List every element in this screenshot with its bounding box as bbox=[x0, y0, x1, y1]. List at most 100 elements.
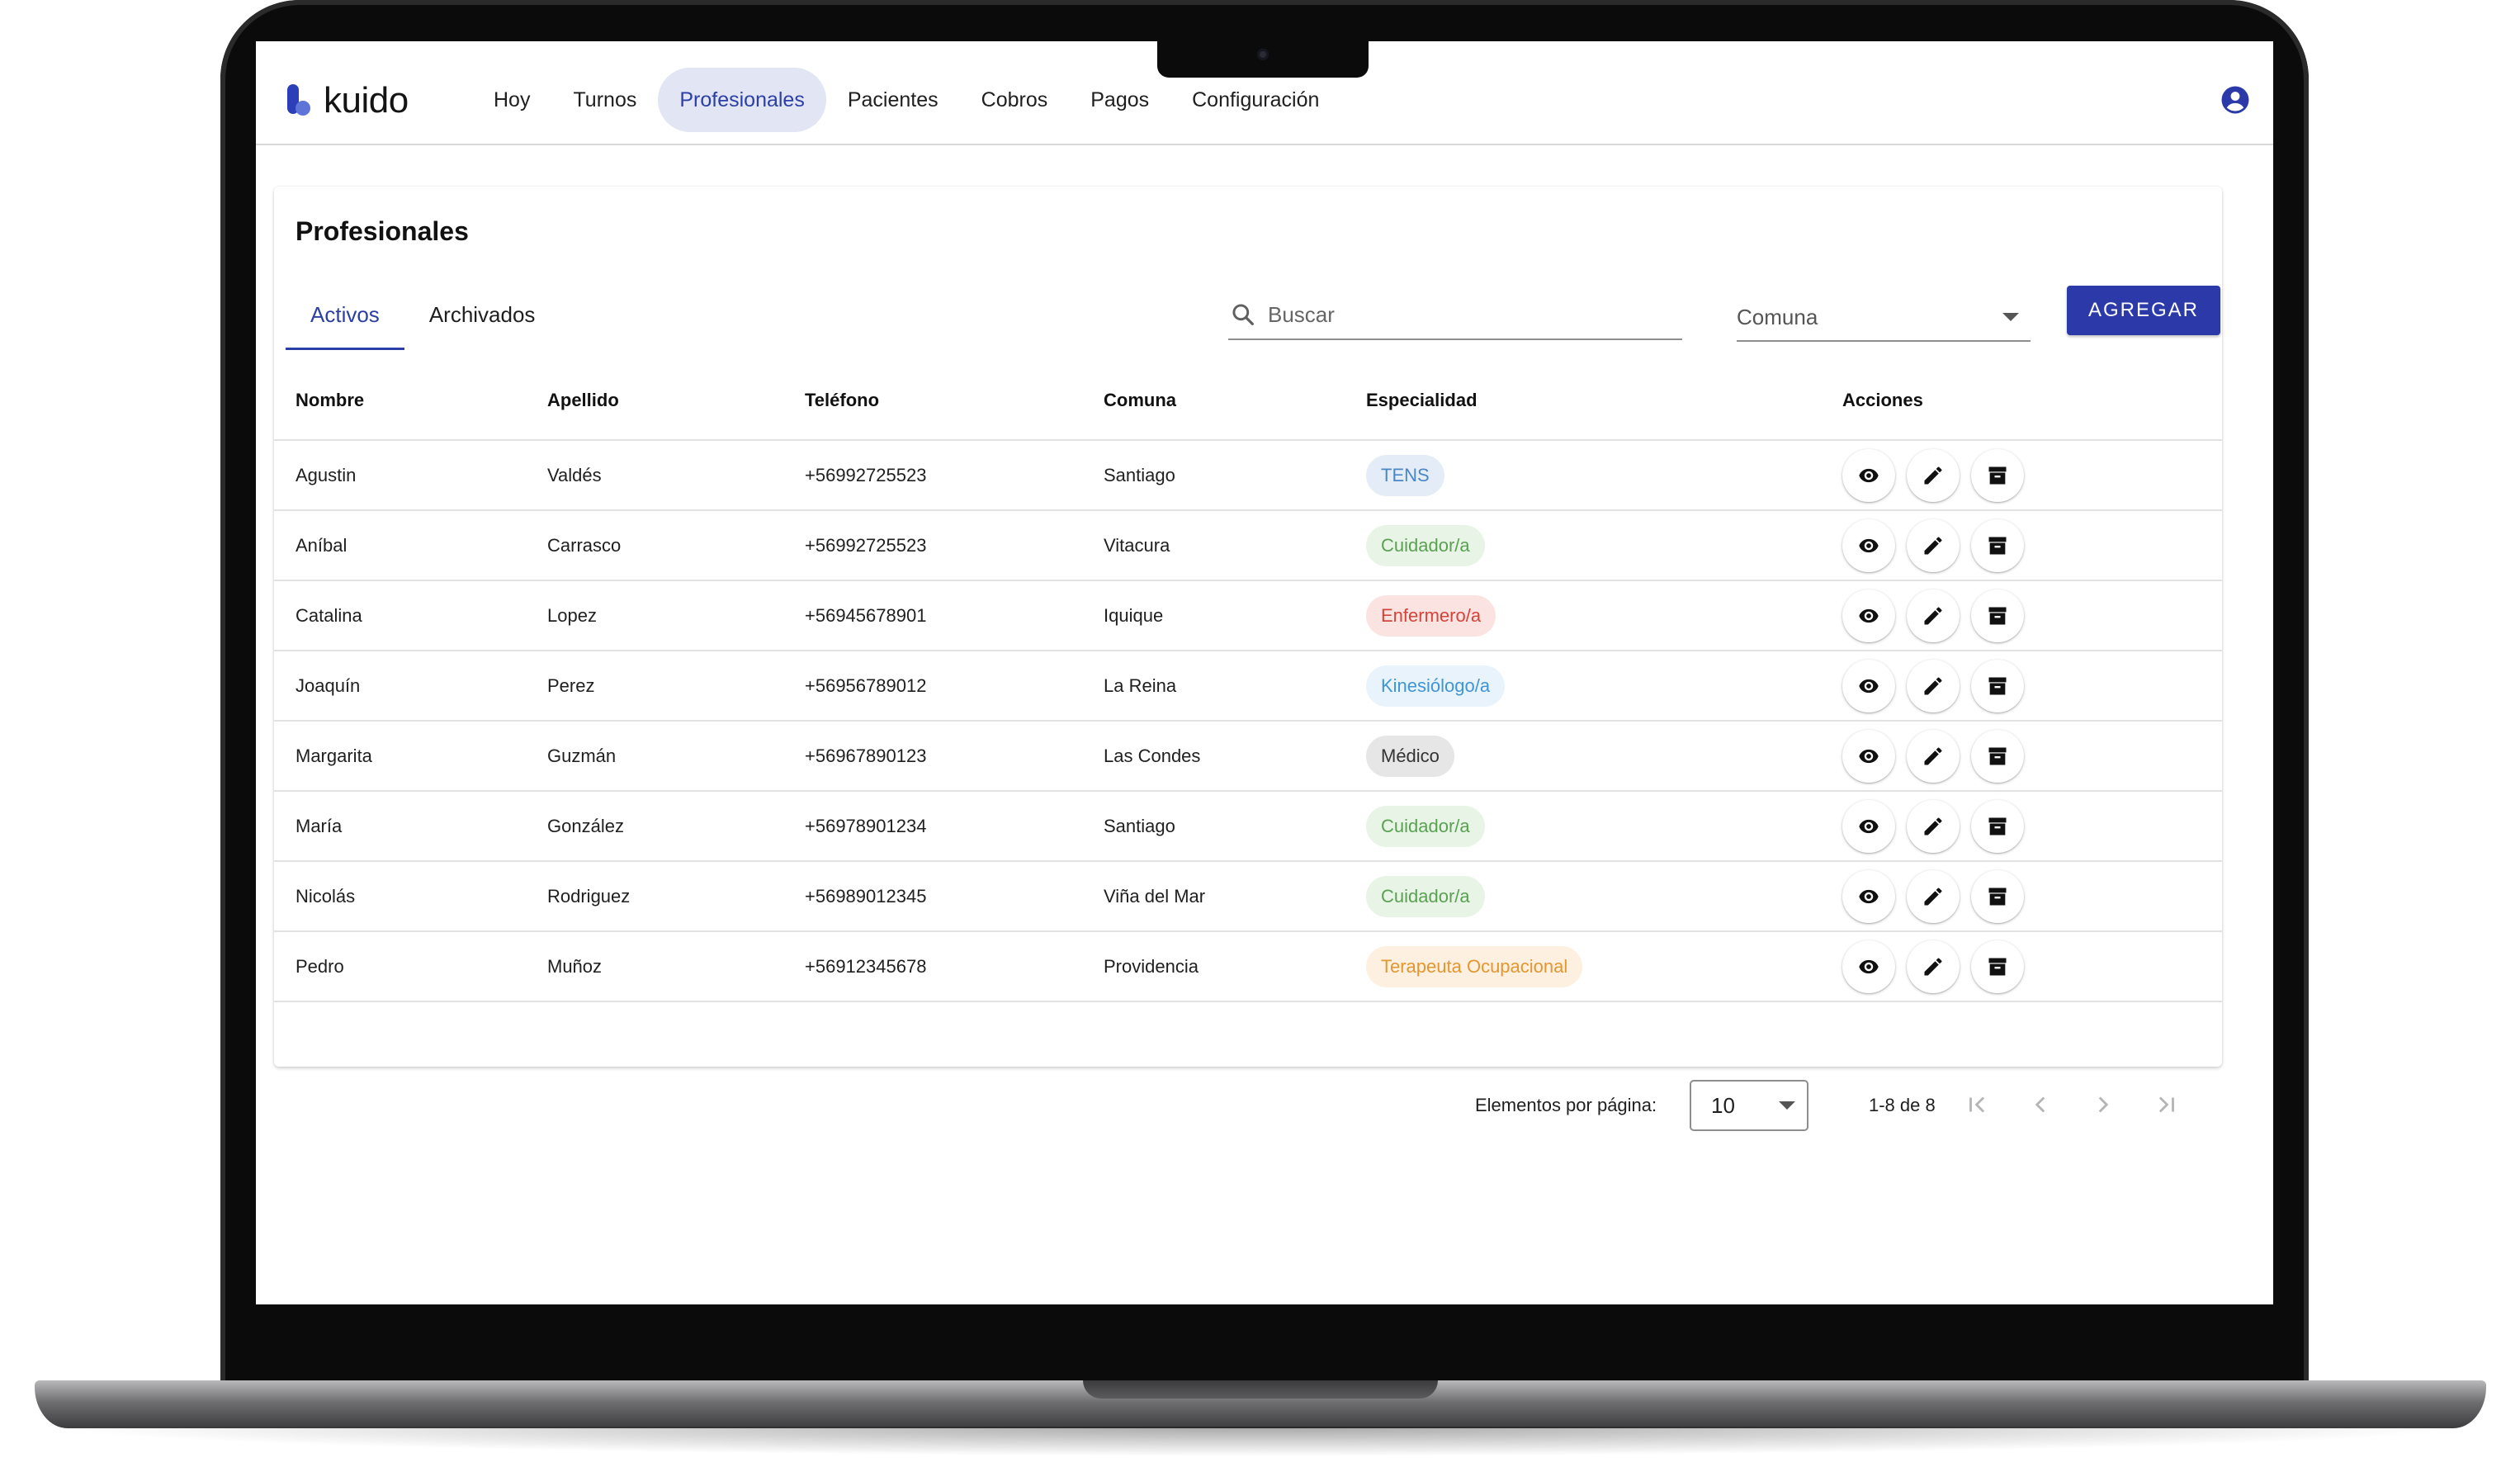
view-button[interactable] bbox=[1842, 518, 1895, 572]
cell-acciones bbox=[1842, 722, 2024, 790]
professionals-card: Profesionales Activos Archivados Comuna … bbox=[274, 187, 2222, 1131]
cell-especialidad: Enfermero/a bbox=[1366, 581, 1496, 650]
nav-item-pacientes[interactable]: Pacientes bbox=[826, 68, 960, 132]
edit-button[interactable] bbox=[1907, 799, 1960, 853]
specialty-chip: Enfermero/a bbox=[1366, 594, 1496, 637]
nav-item-profesionales[interactable]: Profesionales bbox=[658, 68, 826, 132]
table-row[interactable]: Catalina Lopez +56945678901 Iquique Enfermer… bbox=[274, 581, 2222, 651]
row-actions bbox=[1842, 799, 2024, 853]
last-page-button[interactable] bbox=[2149, 1088, 2182, 1121]
header-especialidad: Especialidad bbox=[1366, 390, 1477, 410]
eye-icon bbox=[1857, 464, 1880, 487]
cell-telefono: +56992725523 bbox=[805, 534, 927, 556]
eye-icon bbox=[1857, 815, 1880, 838]
last-page-icon bbox=[2158, 1096, 2174, 1113]
table-row[interactable]: Pedro Muñoz +56912345678 Providencia Terapeu… bbox=[274, 932, 2222, 1002]
edit-button[interactable] bbox=[1907, 869, 1960, 923]
cell-comuna: Iquique bbox=[1104, 604, 1164, 626]
search-input[interactable] bbox=[1266, 301, 1666, 329]
table-row[interactable]: Nicolás Rodriguez +56989012345 Viña del Mar… bbox=[274, 862, 2222, 932]
archive-button[interactable] bbox=[1971, 659, 2024, 712]
cell-telefono: +56992725523 bbox=[805, 464, 927, 485]
table-row[interactable]: Joaquín Perez +56956789012 La Reina Kinesiól… bbox=[274, 651, 2222, 722]
pagination: Elementos por página: 10 1-8 de 8 bbox=[274, 1070, 2222, 1144]
tab-activos[interactable]: Activos bbox=[286, 279, 404, 350]
table-body: Agustin Valdés +56992725523 Santiago TENS Aní… bbox=[274, 441, 2222, 1002]
eye-icon bbox=[1857, 534, 1880, 557]
page-range: 1-8 de 8 bbox=[1869, 1095, 1936, 1115]
cell-telefono: +56989012345 bbox=[805, 885, 927, 907]
specialty-chip: Cuidador/a bbox=[1366, 805, 1485, 847]
specialty-chip: Cuidador/a bbox=[1366, 524, 1485, 566]
comuna-select[interactable]: Comuna bbox=[1737, 294, 2031, 342]
edit-button[interactable] bbox=[1907, 589, 1960, 642]
edit-button[interactable] bbox=[1907, 729, 1960, 783]
cell-especialidad: Cuidador/a bbox=[1366, 511, 1485, 580]
archive-button[interactable] bbox=[1971, 799, 2024, 853]
pencil-icon bbox=[1922, 675, 1945, 698]
chevron-left-icon bbox=[2035, 1096, 2045, 1113]
first-page-button[interactable] bbox=[1961, 1088, 1994, 1121]
account-circle-icon[interactable] bbox=[2220, 85, 2250, 115]
archive-button[interactable] bbox=[1971, 729, 2024, 783]
cell-apellido: Muñoz bbox=[547, 955, 603, 977]
search-icon bbox=[1232, 304, 1254, 325]
edit-button[interactable] bbox=[1907, 518, 1960, 572]
first-page-icon bbox=[1969, 1096, 1985, 1113]
archive-button[interactable] bbox=[1971, 589, 2024, 642]
row-actions bbox=[1842, 869, 2024, 923]
cell-acciones bbox=[1842, 862, 2024, 930]
table-row[interactable]: Agustin Valdés +56992725523 Santiago TENS bbox=[274, 441, 2222, 511]
edit-button[interactable] bbox=[1907, 448, 1960, 502]
table-row[interactable]: María González +56978901234 Santiago Cuidado… bbox=[274, 792, 2222, 862]
tab-archivados[interactable]: Archivados bbox=[404, 279, 560, 350]
cell-comuna: Providencia bbox=[1104, 955, 1199, 977]
row-actions bbox=[1842, 940, 2024, 993]
cell-apellido: Rodriguez bbox=[547, 885, 631, 907]
archive-icon bbox=[1986, 955, 2009, 978]
archive-icon bbox=[1986, 745, 2009, 768]
nav-item-pagos[interactable]: Pagos bbox=[1069, 68, 1170, 132]
archive-button[interactable] bbox=[1971, 869, 2024, 923]
add-button[interactable]: AGREGAR bbox=[2067, 286, 2220, 335]
edit-button[interactable] bbox=[1907, 940, 1960, 993]
nav-item-turnos[interactable]: Turnos bbox=[551, 68, 658, 132]
view-button[interactable] bbox=[1842, 869, 1895, 923]
view-button[interactable] bbox=[1842, 589, 1895, 642]
page-size-select[interactable]: 10 bbox=[1690, 1080, 1808, 1131]
search-field bbox=[1228, 291, 1682, 340]
cell-nombre: Aníbal bbox=[295, 534, 348, 556]
table-row[interactable]: Aníbal Carrasco +56992725523 Vitacura Cuidad… bbox=[274, 511, 2222, 581]
cell-apellido: Perez bbox=[547, 675, 595, 696]
view-button[interactable] bbox=[1842, 799, 1895, 853]
cell-apellido: Lopez bbox=[547, 604, 597, 626]
archive-icon bbox=[1986, 534, 2009, 557]
edit-button[interactable] bbox=[1907, 659, 1960, 712]
pencil-icon bbox=[1922, 604, 1945, 627]
archive-button[interactable] bbox=[1971, 940, 2024, 993]
archive-button[interactable] bbox=[1971, 448, 2024, 502]
archive-button[interactable] bbox=[1971, 518, 2024, 572]
eye-icon bbox=[1857, 675, 1880, 698]
cell-telefono: +56945678901 bbox=[805, 604, 927, 626]
cell-comuna: Las Condes bbox=[1104, 745, 1201, 766]
cell-acciones bbox=[1842, 651, 2024, 720]
previous-page-button[interactable] bbox=[2024, 1088, 2057, 1121]
nav-item-cobros[interactable]: Cobros bbox=[960, 68, 1070, 132]
caret-down-icon bbox=[2002, 313, 2019, 321]
view-button[interactable] bbox=[1842, 659, 1895, 712]
kuido-logo[interactable]: kuido bbox=[286, 80, 409, 121]
view-button[interactable] bbox=[1842, 448, 1895, 502]
view-button[interactable] bbox=[1842, 940, 1895, 993]
row-actions bbox=[1842, 659, 2024, 712]
laptop-hinge bbox=[1083, 1380, 1438, 1399]
cell-acciones bbox=[1842, 581, 2024, 650]
table-row[interactable]: Margarita Guzmán +56967890123 Las Condes Méd… bbox=[274, 722, 2222, 792]
header-apellido: Apellido bbox=[547, 390, 619, 410]
view-button[interactable] bbox=[1842, 729, 1895, 783]
next-page-button[interactable] bbox=[2087, 1088, 2120, 1121]
cell-especialidad: Terapeuta Ocupacional bbox=[1366, 932, 1583, 1001]
nav-item-hoy[interactable]: Hoy bbox=[472, 68, 551, 132]
cell-acciones bbox=[1842, 792, 2024, 860]
cell-apellido: González bbox=[547, 815, 624, 836]
